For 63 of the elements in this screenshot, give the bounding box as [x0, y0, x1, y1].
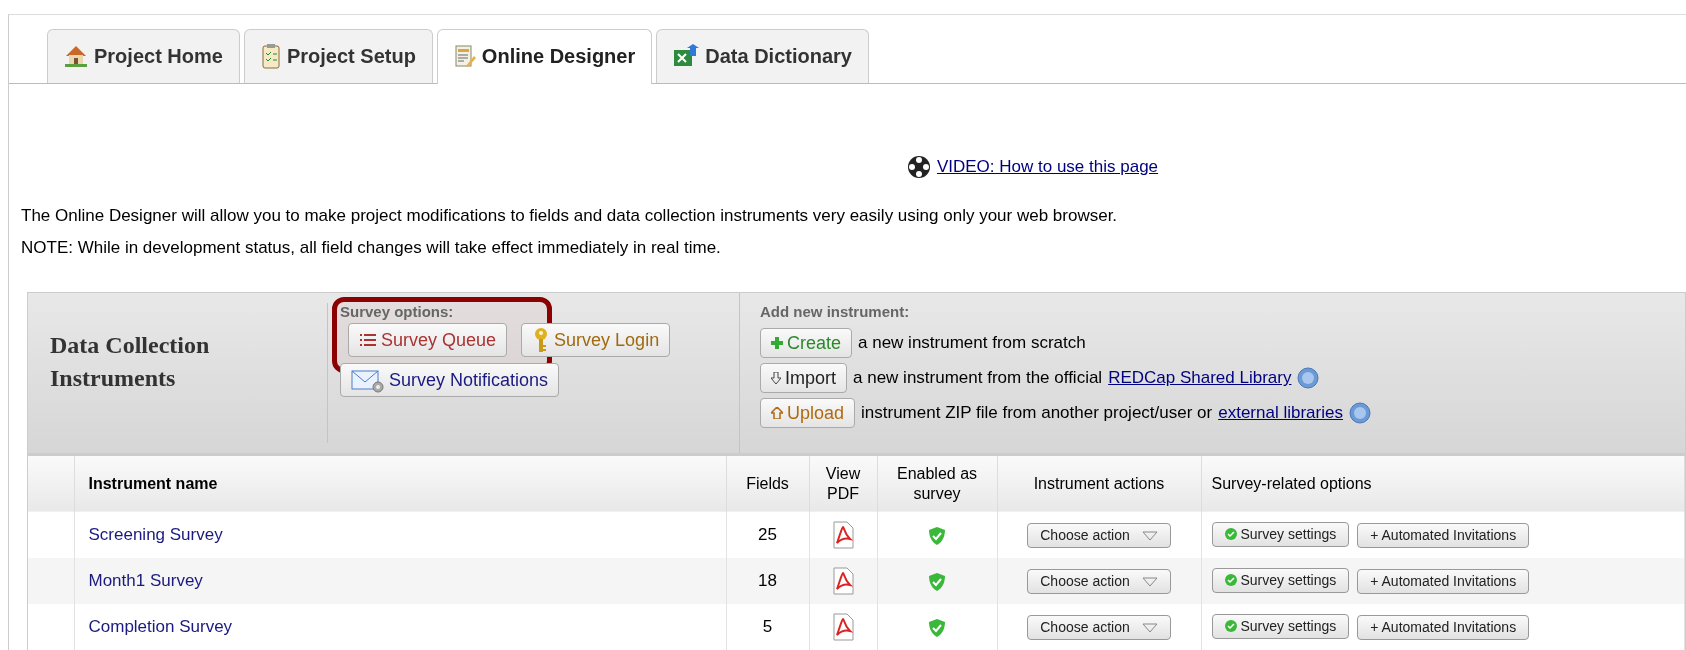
up-arrow-icon [771, 407, 783, 419]
instrument-link[interactable]: Screening Survey [88, 525, 223, 545]
action-dropdown[interactable]: Choose action [1027, 615, 1171, 640]
caret-icon [1141, 576, 1158, 587]
add-instrument-button[interactable]: Import [760, 363, 847, 393]
column-header: Instrument name [74, 454, 726, 512]
description-text: a new instrument from scratch [858, 332, 1086, 355]
tab[interactable]: Data Dictionary [656, 29, 869, 83]
field-count: 18 [758, 571, 777, 591]
column-header: Instrument actions [997, 454, 1201, 512]
down-arrow-icon [771, 372, 781, 384]
tab[interactable]: Online Designer [436, 29, 653, 84]
instrument-link[interactable]: Completion Survey [88, 617, 233, 637]
field-count: 25 [758, 525, 777, 545]
action-dropdown[interactable]: Choose action [1027, 569, 1171, 594]
section-label: Add new instrument: [760, 301, 911, 322]
description-text: instrument ZIP file from another project/user or [861, 402, 1213, 425]
clipboard-icon [260, 43, 281, 69]
instrument-link[interactable]: Month1 Survey [88, 571, 203, 591]
survey-settings-button[interactable]: Survey settings [1211, 567, 1350, 593]
survey-option-button[interactable]: Survey Queue [348, 323, 508, 357]
check-circle-icon [1224, 528, 1237, 541]
plus-icon [771, 337, 783, 349]
tab[interactable]: Project Setup [243, 29, 433, 83]
survey-settings-button[interactable]: Survey settings [1211, 613, 1350, 639]
add-instrument-button[interactable]: Upload [760, 398, 856, 428]
caret-icon [1141, 530, 1158, 541]
video-link[interactable]: VIDEO: How to use this page [936, 154, 1159, 180]
caret-icon [1141, 622, 1158, 633]
intro-text: NOTE: While in development status, all field changes will take effect immediately in real time. [21, 236, 722, 259]
pdf-icon[interactable] [832, 613, 854, 641]
survey-option-button[interactable]: Survey Notifications [340, 363, 560, 397]
help-icon[interactable] [1348, 402, 1371, 424]
pdf-icon[interactable] [832, 521, 854, 549]
help-icon[interactable] [1297, 367, 1320, 389]
survey-settings-button[interactable]: Survey settings [1211, 521, 1350, 547]
column-header: Enabled as survey [877, 454, 997, 512]
add-instrument-button[interactable]: Create [760, 328, 853, 358]
film-reel-icon [906, 154, 931, 179]
column-header: Fields [726, 454, 809, 512]
library-link[interactable]: external libraries [1218, 400, 1343, 426]
check-circle-icon [1224, 574, 1237, 587]
form-icon [453, 44, 476, 68]
list-icon [359, 332, 377, 348]
automated-invitations-button[interactable]: + Automated Invitations [1357, 615, 1530, 641]
section-label: Survey options: [340, 301, 455, 322]
intro-text: The Online Designer will allow you to make project modifications to fields and data collection instruments very easily using only your web browser. [21, 204, 1119, 227]
column-header: View PDF [809, 454, 877, 512]
check-circle-icon [1224, 620, 1237, 633]
column-header: Survey-related options [1201, 454, 1685, 512]
description-text: a new instrument from the official [853, 367, 1103, 390]
panel-title: Data Collection Instruments [28, 302, 328, 443]
survey-option-button[interactable]: Survey Login [521, 323, 671, 357]
field-count: 5 [762, 617, 773, 637]
house-icon [64, 44, 88, 68]
pdf-icon[interactable] [832, 567, 854, 595]
automated-invitations-button[interactable]: + Automated Invitations [1357, 523, 1530, 549]
tab[interactable]: Project Home [47, 29, 240, 83]
spreadsheet-icon [673, 44, 700, 68]
envelope-icon [351, 367, 385, 393]
action-dropdown[interactable]: Choose action [1027, 523, 1171, 548]
automated-invitations-button[interactable]: + Automated Invitations [1357, 569, 1530, 595]
library-link[interactable]: REDCap Shared Library [1108, 365, 1292, 391]
